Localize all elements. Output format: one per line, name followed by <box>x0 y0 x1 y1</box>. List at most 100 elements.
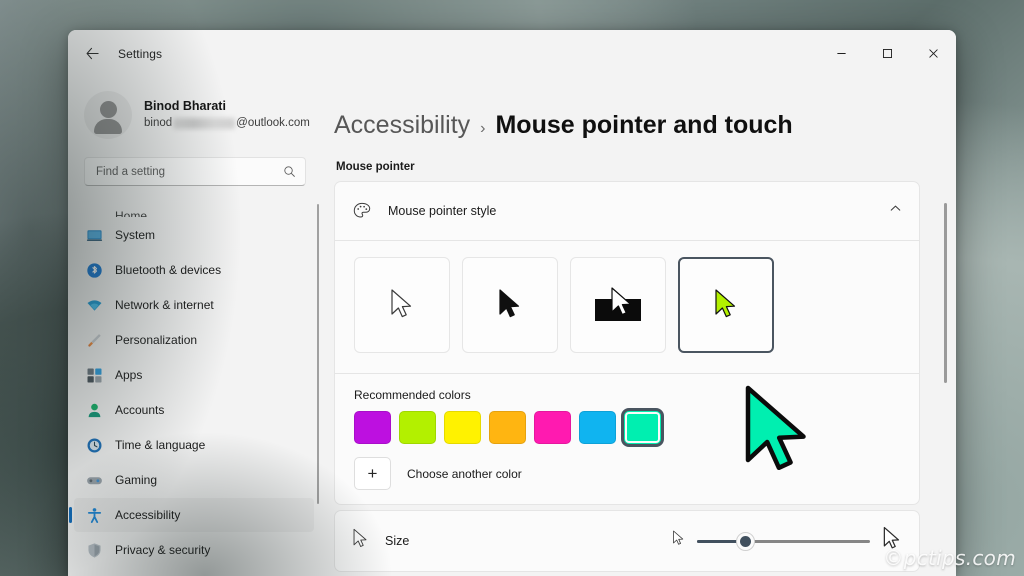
search-container <box>68 153 322 196</box>
sidebar-item-label: Accessibility <box>115 508 181 522</box>
close-icon <box>928 49 938 58</box>
paintbrush-icon <box>85 331 103 349</box>
breadcrumb-parent[interactable]: Accessibility <box>334 111 470 140</box>
sidebar-item-label: Time & language <box>115 438 206 452</box>
color-swatch-1[interactable] <box>354 411 391 444</box>
sidebar-item-accounts[interactable]: Accounts <box>74 393 314 427</box>
slider-thumb[interactable] <box>735 531 755 551</box>
home-icon <box>85 208 103 217</box>
content-scrollbar[interactable] <box>944 203 947 383</box>
avatar <box>84 91 132 139</box>
back-arrow-icon <box>86 47 99 60</box>
search-box[interactable] <box>84 157 306 186</box>
sidebar-item-system[interactable]: System <box>74 218 314 252</box>
wifi-icon <box>85 296 103 314</box>
sidebar-item-time-language[interactable]: Time & language <box>74 428 314 462</box>
section-label-mouse-pointer: Mouse pointer <box>336 161 415 173</box>
avatar-head <box>99 101 117 118</box>
mouse-pointer-style-title: Mouse pointer style <box>388 204 497 218</box>
recommended-colors-pane: Recommended colors + Choose another colo… <box>335 374 919 504</box>
color-swatch-3[interactable] <box>444 411 481 444</box>
pointer-tile-black[interactable] <box>462 257 558 353</box>
preview-cursor-icon <box>745 385 806 471</box>
size-label: Size <box>385 534 410 548</box>
minimize-button[interactable] <box>818 30 864 77</box>
color-swatch-row <box>354 411 919 444</box>
sidebar: Binod Bharati binod @outlook.com Find a … <box>68 77 322 576</box>
maximize-button[interactable] <box>864 30 910 77</box>
choose-another-color-row[interactable]: + Choose another color <box>354 457 919 490</box>
recommended-colors-title: Recommended colors <box>354 388 471 402</box>
breadcrumb: Accessibility › Mouse pointer and touch <box>334 77 920 140</box>
search-input[interactable] <box>96 165 283 178</box>
sidebar-item-personalization[interactable]: Personalization <box>74 323 314 357</box>
system-icon <box>85 226 103 244</box>
sidebar-item-network-internet[interactable]: Network & internet <box>74 288 314 322</box>
page-title: Mouse pointer and touch <box>495 111 793 139</box>
sidebar-item-label: System <box>115 228 156 242</box>
search-icon <box>284 166 295 177</box>
color-swatch-7[interactable] <box>624 411 661 444</box>
pointer-style-tiles <box>335 241 919 373</box>
mouse-pointer-style-header[interactable]: Mouse pointer style <box>335 182 919 240</box>
window-title: Settings <box>118 46 163 61</box>
close-button[interactable] <box>910 30 956 77</box>
mouse-pointer-style-card: Mouse pointer style <box>334 181 920 240</box>
sidebar-item-apps[interactable]: Apps <box>74 358 314 392</box>
sidebar-item-label: Gaming <box>115 473 158 487</box>
clock-icon <box>85 436 103 454</box>
size-card: Size <box>334 510 920 572</box>
desktop-wallpaper: Settings Binod Bharati binod @outlook.co… <box>0 0 1024 576</box>
plus-icon[interactable]: + <box>354 457 391 490</box>
pointer-tile-inverted[interactable] <box>570 257 666 353</box>
sidebar-item-label: Apps <box>115 368 143 382</box>
sidebar-item-gaming[interactable]: Gaming <box>74 463 314 497</box>
window-controls <box>818 30 956 77</box>
sidebar-item-home[interactable]: Home <box>74 197 314 217</box>
sidebar-item-accessibility[interactable]: Accessibility <box>69 498 314 532</box>
sidebar-item-label: Network & internet <box>115 298 214 312</box>
color-swatch-5[interactable] <box>534 411 571 444</box>
sidebar-item-label: Personalization <box>115 333 198 347</box>
account-email-prefix: binod <box>144 117 173 130</box>
size-row: Size <box>335 511 919 571</box>
size-slider-area <box>672 526 902 557</box>
sidebar-item-label: Bluetooth & devices <box>115 263 222 277</box>
palette-icon <box>352 201 372 221</box>
color-swatch-4[interactable] <box>489 411 526 444</box>
maximize-icon <box>882 49 892 58</box>
small-cursor-icon <box>672 530 685 552</box>
account-name: Binod Bharati <box>144 99 226 114</box>
minimize-icon <box>836 53 846 54</box>
cursor-preview <box>739 382 817 489</box>
chevron-up-icon[interactable] <box>889 202 902 220</box>
choose-another-color-label: Choose another color <box>407 466 522 481</box>
color-swatch-2[interactable] <box>399 411 436 444</box>
sidebar-item-label: Home <box>115 209 148 217</box>
pointer-style-tiles-card <box>334 240 920 373</box>
accessibility-icon <box>85 506 103 524</box>
custom-color-cursor-icon <box>715 289 736 318</box>
color-swatch-6[interactable] <box>579 411 616 444</box>
breadcrumb-separator: › <box>480 120 486 137</box>
account-email-redacted <box>173 117 236 129</box>
shield-icon <box>85 541 103 559</box>
black-cursor-icon <box>499 289 520 318</box>
size-slider[interactable] <box>697 530 870 552</box>
pointer-tile-custom[interactable] <box>678 257 774 353</box>
avatar-body <box>94 119 122 134</box>
account-email: binod @outlook.com <box>144 115 310 132</box>
cursor-icon <box>352 528 369 555</box>
account-email-suffix: @outlook.com <box>236 117 310 130</box>
watermark: ©pctips.com <box>883 546 1016 570</box>
recommended-colors-card: Recommended colors + Choose another colo… <box>334 373 920 505</box>
sidebar-item-privacy-security[interactable]: Privacy & security <box>74 533 314 567</box>
inverted-cursor-icon <box>595 287 641 321</box>
pointer-tile-white[interactable] <box>354 257 450 353</box>
back-button[interactable] <box>77 39 107 69</box>
sidebar-item-bluetooth-devices[interactable]: Bluetooth & devices <box>74 253 314 287</box>
sidebar-nav: Home System Bluetooth & devices Network … <box>68 196 322 576</box>
account-card[interactable]: Binod Bharati binod @outlook.com <box>68 77 322 153</box>
sidebar-scrollbar[interactable] <box>317 204 319 504</box>
sidebar-item-label: Privacy & security <box>115 543 211 557</box>
